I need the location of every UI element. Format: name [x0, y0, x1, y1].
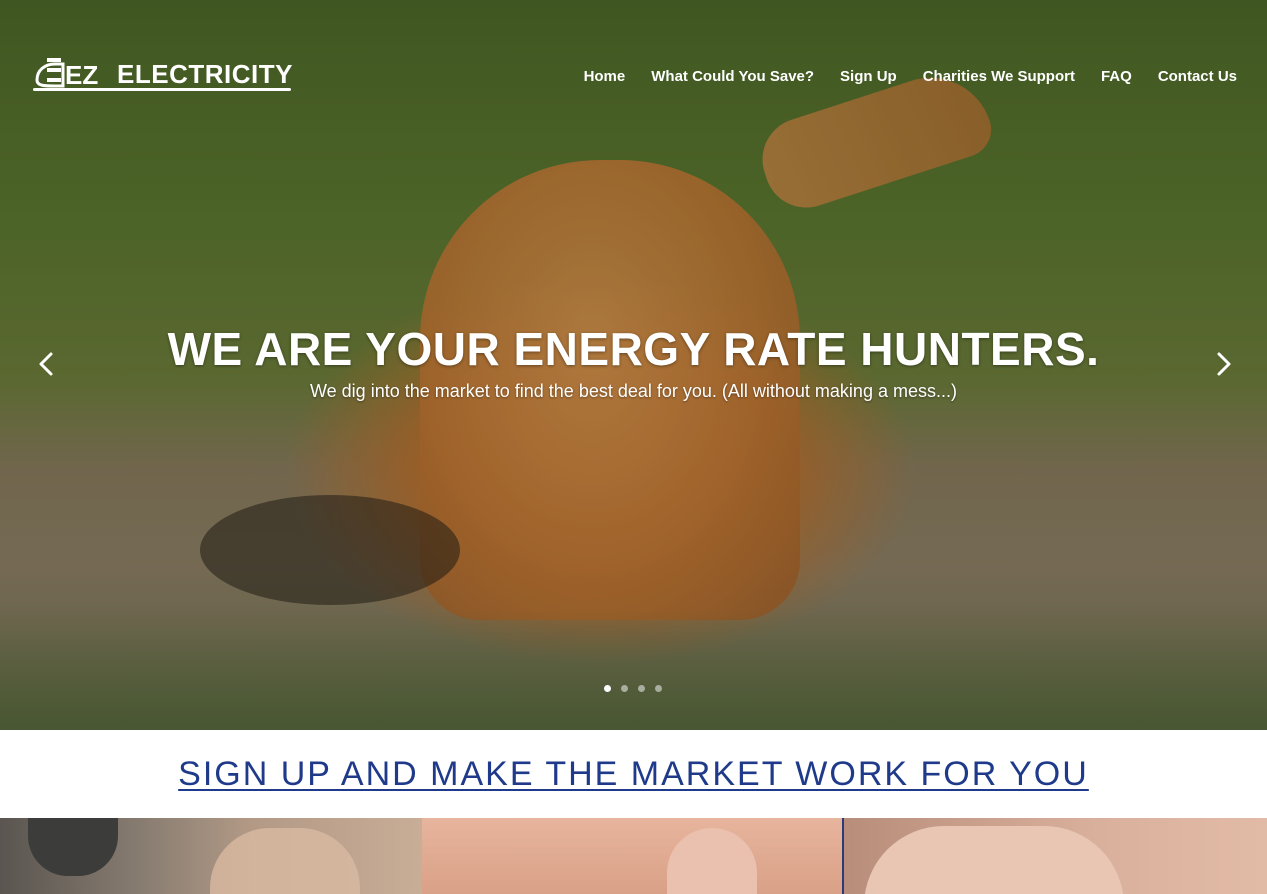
slider-dot-4[interactable]: [655, 685, 662, 692]
tile-image-hand: [864, 826, 1125, 894]
feature-tile-2[interactable]: [421, 818, 844, 894]
nav-sign-up[interactable]: Sign Up: [840, 68, 897, 85]
feature-tile-3[interactable]: [843, 818, 1267, 894]
hero-subtitle: We dig into the market to find the best …: [310, 381, 957, 401]
slider-prev-button[interactable]: [31, 348, 63, 380]
main-nav: Home What Could You Save? Sign Up Charit…: [558, 68, 1237, 85]
slider-dot-2[interactable]: [621, 685, 628, 692]
feature-tiles: [0, 818, 1267, 894]
nav-faq[interactable]: FAQ: [1101, 68, 1132, 85]
hero-title: WE ARE YOUR ENERGY RATE HUNTERS.: [167, 323, 1100, 375]
tile-image-hands: [210, 828, 360, 894]
site-logo[interactable]: EZ ELECTRICITY: [33, 54, 293, 94]
slider-dot-3[interactable]: [638, 685, 645, 692]
logo-mark: EZ: [65, 60, 98, 90]
nav-charities[interactable]: Charities We Support: [923, 68, 1075, 85]
plug-icon: EZ: [33, 56, 113, 92]
feature-tile-1[interactable]: [0, 818, 422, 894]
nav-what-could-you-save[interactable]: What Could You Save?: [651, 68, 814, 85]
tile-image-pot: [28, 818, 118, 876]
nav-home[interactable]: Home: [584, 68, 626, 85]
chevron-left-icon: [39, 352, 53, 376]
slider-pagination: [604, 685, 662, 692]
logo-text: ELECTRICITY: [117, 59, 293, 89]
chevron-right-icon: [1217, 352, 1231, 376]
slider-dot-1[interactable]: [604, 685, 611, 692]
nav-contact-us[interactable]: Contact Us: [1158, 68, 1237, 85]
cta-section: SIGN UP AND MAKE THE MARKET WORK FOR YOU: [0, 730, 1267, 818]
tile-image-finger: [666, 828, 757, 894]
slider-next-button[interactable]: [1207, 348, 1239, 380]
cta-sign-up-link[interactable]: SIGN UP AND MAKE THE MARKET WORK FOR YOU: [178, 755, 1089, 794]
